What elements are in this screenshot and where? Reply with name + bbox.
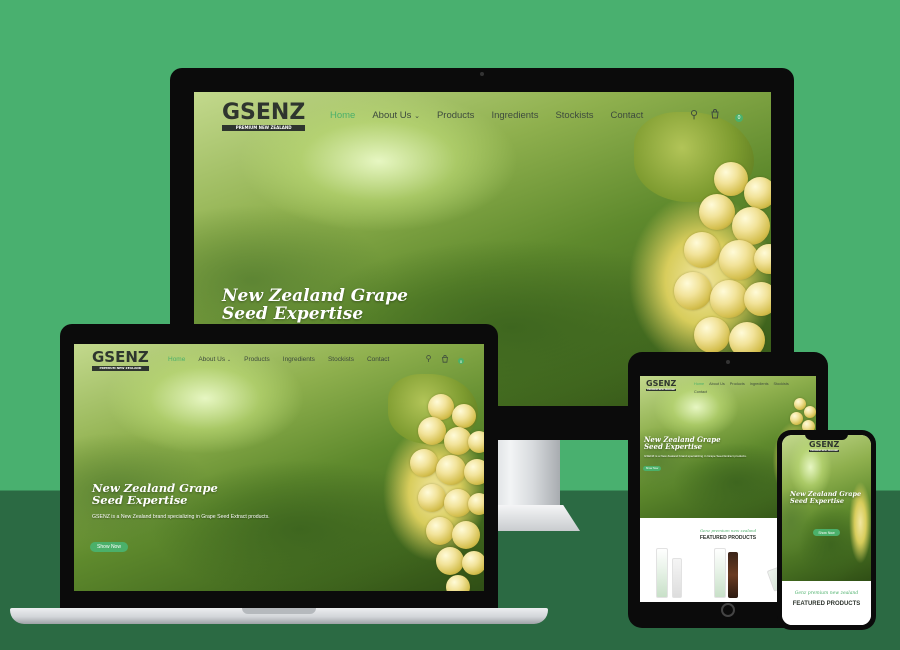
nav-home[interactable]: Home xyxy=(694,382,704,386)
main-nav: Home About Us Products Ingredients Stock… xyxy=(694,382,789,386)
hero-title: New Zealand Grape Seed Expertise xyxy=(790,491,861,505)
logo-tagline: PREMIUM NEW ZEALAND xyxy=(809,450,840,452)
nav-ingredients[interactable]: Ingredients xyxy=(283,356,315,363)
nav-about-us[interactable]: About Us ⌄ xyxy=(372,110,420,121)
monitor-camera xyxy=(480,72,484,76)
brand-logo[interactable]: GSENZ PREMIUM NEW ZEALAND xyxy=(646,379,677,391)
laptop: GSENZ PREMIUM NEW ZEALAND Home About Us … xyxy=(60,324,498,610)
brand-logo[interactable]: GSENZ PREMIUM NEW ZEALAND xyxy=(222,100,306,131)
nav-stockists[interactable]: Stockists xyxy=(328,356,354,363)
brand-logo[interactable]: GSENZ PREMIUM NEW ZEALAND xyxy=(92,350,149,371)
search-icon[interactable]: ⚲ xyxy=(424,354,433,363)
product-image[interactable] xyxy=(672,558,682,598)
logo-text: GSENZ xyxy=(646,379,677,388)
show-now-button[interactable]: Show Now xyxy=(90,542,128,552)
logo-text: GSENZ xyxy=(809,440,840,449)
nav-products[interactable]: Products xyxy=(244,356,270,363)
nav-home[interactable]: Home xyxy=(330,110,355,121)
phone-site: GSENZ PREMIUM NEW ZEALAND New Zealand Gr… xyxy=(782,435,871,625)
nav-about-us-label: About Us xyxy=(198,356,226,363)
search-icon[interactable]: ⚲ xyxy=(688,108,700,121)
cart-count-badge: 0 xyxy=(458,358,464,364)
nav-contact[interactable]: Contact xyxy=(367,356,389,363)
nav-about-us-label: About Us xyxy=(372,110,412,121)
hero-title: New Zealand Grape Seed Expertise xyxy=(644,436,721,451)
nav-home[interactable]: Home xyxy=(168,356,185,363)
laptop-site: GSENZ PREMIUM NEW ZEALAND Home About Us … xyxy=(74,344,484,591)
grape-cluster xyxy=(388,374,484,591)
cart-icon[interactable] xyxy=(440,354,449,363)
product-image[interactable] xyxy=(728,552,738,598)
nav-ingredients[interactable]: Ingredients xyxy=(491,110,538,121)
nav-stockists[interactable]: Stockists xyxy=(774,382,789,386)
show-now-button[interactable]: Show Now xyxy=(813,529,840,536)
main-nav: Home About Us ⌄ Products Ingredients Sto… xyxy=(168,356,389,363)
hero-title-line2: Seed Expertise xyxy=(644,442,703,452)
tablet-home-button[interactable] xyxy=(721,603,735,617)
laptop-notch xyxy=(242,608,316,614)
phone-hero: GSENZ PREMIUM NEW ZEALAND New Zealand Gr… xyxy=(782,435,871,581)
hero-description: GSENZ is a New Zealand brand specializin… xyxy=(92,514,270,520)
tablet-camera xyxy=(726,360,730,364)
hero-title-line2: Seed Expertise xyxy=(92,493,188,508)
featured-tagline: Genz premium new zealand xyxy=(794,591,859,596)
logo-tagline: PREMIUM NEW ZEALAND xyxy=(222,125,306,131)
product-image[interactable] xyxy=(714,548,726,598)
phone-notch xyxy=(805,432,848,440)
nav-contact[interactable]: Contact xyxy=(694,390,707,394)
main-nav-row2: Contact xyxy=(694,390,707,394)
phone: GSENZ PREMIUM NEW ZEALAND New Zealand Gr… xyxy=(777,430,876,630)
nav-contact[interactable]: Contact xyxy=(610,110,643,121)
hero-background xyxy=(782,435,871,581)
hero-title-line2: Seed Expertise xyxy=(222,303,364,324)
main-nav: Home About Us ⌄ Products Ingredients Sto… xyxy=(330,110,643,121)
product-image[interactable] xyxy=(656,548,668,598)
cart-icon[interactable] xyxy=(709,108,721,120)
hero-title: New Zealand Grape Seed Expertise xyxy=(222,287,408,324)
featured-products-section: Genz premium new zealand FEATURED PRODUC… xyxy=(782,581,871,625)
nav-ingredients[interactable]: Ingredients xyxy=(750,382,769,386)
chevron-down-icon: ⌄ xyxy=(414,113,420,120)
nav-products[interactable]: Products xyxy=(730,382,745,386)
cart-count-badge: 0 xyxy=(735,114,743,122)
logo-tagline: PREMIUM NEW ZEALAND xyxy=(92,366,149,371)
logo-text: GSENZ xyxy=(222,100,306,125)
show-now-button[interactable]: Show Now xyxy=(643,466,661,471)
hero-title-line2: Seed Expertise xyxy=(790,496,844,505)
chevron-down-icon: ⌄ xyxy=(226,357,232,363)
nav-about-us[interactable]: About Us ⌄ xyxy=(198,356,231,363)
hero-description: GSENZ is a New Zealand brand specializin… xyxy=(644,454,747,458)
brand-logo[interactable]: GSENZ PREMIUM NEW ZEALAND xyxy=(809,440,840,452)
hero-title: New Zealand Grape Seed Expertise xyxy=(92,482,218,506)
logo-tagline: PREMIUM NEW ZEALAND xyxy=(646,389,677,391)
nav-products[interactable]: Products xyxy=(437,110,475,121)
nav-stockists[interactable]: Stockists xyxy=(555,110,593,121)
featured-heading: FEATURED PRODUCTS xyxy=(792,601,861,607)
logo-text: GSENZ xyxy=(92,348,149,366)
nav-about-us[interactable]: About Us xyxy=(709,382,725,386)
